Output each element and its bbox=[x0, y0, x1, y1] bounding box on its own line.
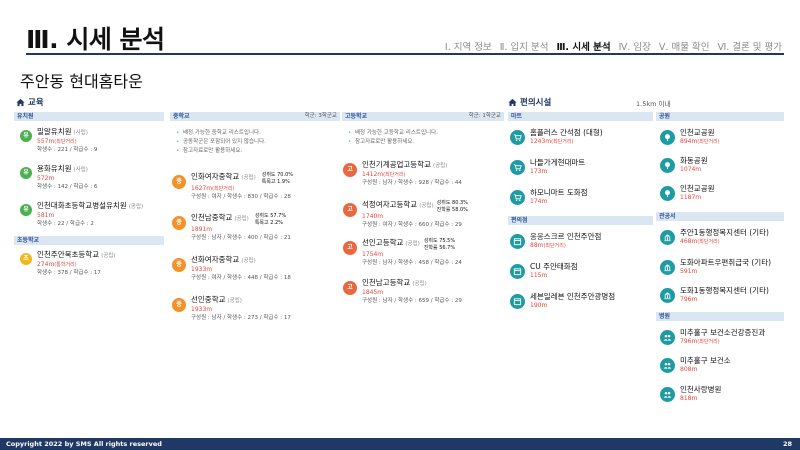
middle-school-icon: 중 bbox=[172, 175, 186, 189]
footer: Copyright 2022 by SMS All rights reserve… bbox=[0, 438, 800, 450]
title-divider bbox=[26, 53, 784, 55]
elementary-icon: 초 bbox=[20, 253, 32, 265]
high-school-icon: 고 bbox=[343, 163, 357, 177]
high-school-panel: 고등학교 학군: 1학군교 bbox=[342, 112, 504, 121]
nav-item-location[interactable]: Ⅱ. 입지 분석 bbox=[500, 39, 549, 53]
kindergarten-icon: 유 bbox=[20, 130, 32, 142]
middle-school-panel: 중학교 학군: 3학군교 bbox=[170, 112, 340, 121]
list-item[interactable]: 고 인천남고등학교 (공립) 1845m 구성원 : 남자 / 학생수 : 659… bbox=[343, 278, 462, 305]
complex-name: 주안동 현대홈타운 bbox=[20, 72, 143, 91]
high-school-icon: 고 bbox=[343, 281, 357, 295]
list-item[interactable]: 미추홀구 보건소건강증진과 796m(최단거리) bbox=[660, 328, 765, 346]
nav-item-visit[interactable]: Ⅳ. 임장 bbox=[619, 39, 651, 53]
park-panel: 공원 bbox=[656, 112, 784, 121]
high-school-icon: 고 bbox=[343, 203, 357, 217]
building-icon bbox=[660, 230, 675, 245]
kindergarten-icon: 유 bbox=[20, 204, 32, 216]
cart-icon bbox=[510, 160, 525, 175]
list-item[interactable]: 고 석정여자고등학교 (공립) 성취도 80.3% 진학률 58.0% 1740m … bbox=[343, 200, 468, 229]
list-item[interactable]: 중 인천남중학교 (공립) 성취도 57.7% 특목고 2.2% 1891m 구성원… bbox=[172, 213, 291, 242]
kindergarten-panel: 유치원 bbox=[14, 112, 164, 121]
section-nav: Ⅰ. 지역 정보 Ⅱ. 입지 분석 Ⅲ. 시세 분석 Ⅳ. 임장 Ⅴ. 매물 확… bbox=[445, 39, 782, 53]
list-item[interactable]: 세븐일레븐 인천주안광명점 190m bbox=[510, 292, 615, 310]
nav-item-listing[interactable]: Ⅴ. 매물 확인 bbox=[659, 39, 710, 53]
list-item[interactable]: 유 인천대화초등학교병설유치원 (공립) 581m 학생수 : 22 / 학급수 … bbox=[20, 201, 143, 228]
people-icon bbox=[660, 330, 675, 345]
facilities-radius: 1.5km 이내 bbox=[636, 100, 671, 108]
elementary-panel: 초등학교 bbox=[14, 236, 164, 245]
list-item[interactable]: 고 인천기계공업고등학교 (공립) 1412m(최단거리) 구성원 : 남자 / … bbox=[343, 160, 462, 187]
nav-item-price[interactable]: Ⅲ. 시세 분석 bbox=[556, 39, 610, 53]
page-title: Ⅲ. 시세 분석 bbox=[26, 25, 165, 54]
list-item[interactable]: 중 선화여자중학교 (공립) 1933m 구성원 : 여자 / 학생수 : 448… bbox=[172, 255, 291, 282]
list-item[interactable]: 중 선인중학교 (공립) 1933m 구성원 : 남자 / 학생수 : 273 /… bbox=[172, 295, 291, 322]
government-panel: 관공서 bbox=[656, 212, 784, 221]
people-icon bbox=[660, 387, 675, 402]
list-item[interactable]: 인천사랑병원 818m bbox=[660, 385, 721, 403]
list-item[interactable]: 홈플러스 간석점 (대형) 1243m(최단거리) bbox=[510, 128, 603, 146]
list-item[interactable]: 도화1동행정복지센터 (기타) 796m bbox=[660, 286, 769, 304]
home-icon bbox=[16, 98, 25, 106]
middle-school-icon: 중 bbox=[172, 298, 186, 312]
hospital-panel: 병원 bbox=[656, 312, 784, 321]
cart-icon bbox=[510, 190, 525, 205]
middle-school-bar: 중학교 학군: 3학군교 bbox=[170, 112, 340, 121]
middle-school-icon: 중 bbox=[172, 216, 186, 230]
list-item[interactable]: 화동공원 1074m bbox=[660, 156, 708, 174]
store-icon bbox=[510, 294, 525, 309]
kindergarten-bar: 유치원 bbox=[14, 112, 164, 121]
list-item[interactable]: 주안1동행정복지센터 (기타) 468m(최단거리) bbox=[660, 228, 769, 246]
store-icon bbox=[510, 264, 525, 279]
list-item[interactable]: 하모니마트 도화점 174m bbox=[510, 188, 588, 206]
nav-item-conclusion[interactable]: Ⅵ. 결론 및 평가 bbox=[717, 39, 782, 53]
park-icon bbox=[660, 130, 675, 145]
nav-item-region[interactable]: Ⅰ. 지역 정보 bbox=[445, 39, 492, 53]
park-icon bbox=[660, 186, 675, 201]
list-item[interactable]: 인천교공원 894m(최단거리) bbox=[660, 128, 720, 146]
facilities-heading: 편의시설 bbox=[508, 96, 551, 108]
list-item[interactable]: 유 용화유치원 (사립) 572m 학생수 : 142 / 학급수 : 6 bbox=[20, 164, 97, 191]
list-item[interactable]: 고 선인고등학교 (공립) 성취도 75.5% 진학률 56.7% 1754m 구성… bbox=[343, 238, 462, 267]
convenience-panel: 편의점 bbox=[508, 216, 653, 225]
page-number: 28 bbox=[782, 440, 792, 448]
home-icon bbox=[508, 98, 517, 106]
middle-school-icon: 중 bbox=[172, 258, 186, 272]
high-school-notes: 배정 가능한 고등학교 리스트입니다. 참고자료로만 활용하세요. bbox=[348, 129, 438, 147]
elementary-bar: 초등학교 bbox=[14, 236, 164, 245]
cart-icon bbox=[510, 130, 525, 145]
high-school-icon: 고 bbox=[343, 241, 357, 255]
list-item[interactable]: 미추홀구 보건소 808m bbox=[660, 356, 731, 374]
list-item[interactable]: 초 인천주안북초등학교 (공립) 274m(통학거리) 학생수 : 378 / 학… bbox=[20, 250, 116, 277]
park-icon bbox=[660, 158, 675, 173]
list-item[interactable]: CU 주안태화점 115m bbox=[510, 262, 578, 280]
middle-school-notes: 배정 가능한 중학교 리스트입니다. 공동학군은 포함되어 있지 않습니다. 참… bbox=[176, 129, 266, 156]
list-item[interactable]: 중 인화여자중학교 (공립) 성취도 70.0% 특목고 1.9% 1627m(최단… bbox=[172, 172, 293, 201]
building-icon bbox=[660, 260, 675, 275]
copyright-text: Copyright 2022 by SMS All rights reserve… bbox=[6, 440, 162, 448]
kindergarten-icon: 유 bbox=[20, 167, 32, 179]
list-item[interactable]: 도화아파트우편취급국 (기타) 591m bbox=[660, 258, 771, 276]
building-icon bbox=[660, 288, 675, 303]
list-item[interactable]: 응응스크르 인천주안점 88m(최단거리) bbox=[510, 232, 601, 250]
mart-panel: 마트 bbox=[508, 112, 653, 121]
education-heading: 교육 bbox=[16, 96, 44, 108]
store-icon bbox=[510, 234, 525, 249]
list-item[interactable]: 유 밀알유치원 (사립) 557m(최단거리) 학생수 : 221 / 학급수 :… bbox=[20, 127, 97, 154]
people-icon bbox=[660, 358, 675, 373]
list-item[interactable]: 나들가게현대마트 173m bbox=[510, 158, 585, 176]
high-school-bar: 고등학교 학군: 1학군교 bbox=[342, 112, 504, 121]
list-item[interactable]: 인천교공원 1187m bbox=[660, 184, 715, 202]
